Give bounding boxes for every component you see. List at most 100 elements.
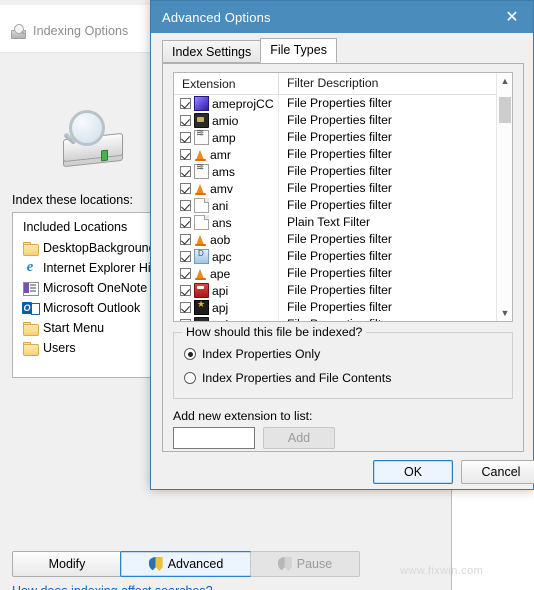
file-types-scrollbar[interactable]: ▲ ▼ — [496, 73, 512, 321]
row-extension: api — [212, 283, 229, 298]
blank-document-icon — [194, 215, 209, 230]
column-header-extension: Extension — [182, 76, 236, 91]
project-file-icon — [194, 96, 209, 111]
modify-button[interactable]: Modify — [12, 551, 122, 577]
shield-icon — [148, 557, 163, 571]
table-row[interactable]: amio File Properties filter — [174, 112, 512, 129]
vlc-cone-icon — [194, 233, 207, 246]
table-row[interactable]: ameprojCC File Properties filter — [174, 95, 512, 112]
list-item-label: Users — [43, 341, 76, 355]
table-row[interactable]: api File Properties filter — [174, 282, 512, 299]
table-row[interactable]: apl File Properties filter — [174, 316, 512, 322]
row-description: File Properties filter — [278, 146, 512, 163]
row-checkbox[interactable] — [180, 200, 191, 211]
ok-button[interactable]: OK — [373, 460, 453, 484]
folder-icon — [22, 340, 39, 356]
radio-index-properties-only[interactable]: Index Properties Only — [184, 347, 320, 361]
row-description: File Properties filter — [278, 265, 512, 282]
file-types-list[interactable]: Extension Filter Description ameprojCC F… — [173, 72, 513, 322]
row-description: File Properties filter — [278, 316, 512, 321]
index-method-group-title: How should this file be indexed? — [182, 325, 367, 339]
row-extension: apj — [212, 300, 229, 315]
chevron-up-icon[interactable]: ▲ — [497, 73, 512, 89]
row-checkbox[interactable] — [180, 98, 191, 109]
vlc-cone-icon — [194, 148, 207, 161]
row-checkbox[interactable] — [180, 285, 191, 296]
media-file-icon — [194, 317, 209, 321]
row-checkbox[interactable] — [180, 166, 191, 177]
row-extension: apc — [212, 249, 232, 264]
index-method-group: How should this file be indexed? Index P… — [173, 325, 513, 399]
scrollbar-thumb[interactable] — [499, 97, 511, 123]
vlc-cone-icon — [194, 267, 207, 280]
row-description: File Properties filter — [278, 282, 512, 299]
table-row[interactable]: apc File Properties filter — [174, 248, 512, 265]
row-description: Plain Text Filter — [278, 214, 512, 231]
row-checkbox[interactable] — [180, 115, 191, 126]
table-row[interactable]: amp File Properties filter — [174, 128, 512, 146]
screen: Indexing Options 177,080 items indexed I… — [0, 0, 534, 590]
folder-icon — [22, 240, 39, 256]
add-button-label: Add — [287, 431, 311, 445]
cancel-button[interactable]: Cancel — [461, 460, 534, 484]
row-extension: ape — [210, 266, 231, 281]
list-item-label: DesktopBackground — [43, 241, 156, 255]
row-checkbox[interactable] — [180, 268, 191, 279]
row-description: File Properties filter — [278, 231, 512, 248]
row-description: File Properties filter — [278, 197, 512, 214]
link-how-does-indexing-affect-searches[interactable]: How does indexing affect searches? — [12, 584, 213, 590]
add-extension-input[interactable] — [173, 427, 255, 449]
row-extension: ameprojCC — [212, 96, 274, 111]
row-description: File Properties filter — [278, 163, 512, 180]
radio-index-properties-and-contents[interactable]: Index Properties and File Contents — [184, 371, 391, 385]
table-row[interactable]: aob File Properties filter — [174, 231, 512, 248]
chevron-down-icon[interactable]: ▼ — [497, 305, 512, 321]
row-description: File Properties filter — [278, 180, 512, 197]
advanced-button[interactable]: Advanced — [120, 551, 252, 577]
table-row[interactable]: amv File Properties filter — [174, 180, 512, 197]
row-checkbox[interactable] — [180, 251, 191, 262]
list-item-label: Microsoft Outlook — [43, 301, 141, 315]
indexing-options-icon — [10, 23, 26, 39]
row-checkbox[interactable] — [180, 183, 191, 194]
table-row[interactable]: amr File Properties filter — [174, 146, 512, 163]
blank-document-icon — [194, 198, 209, 213]
row-checkbox[interactable] — [180, 132, 191, 143]
table-row[interactable]: apj File Properties filter — [174, 299, 512, 316]
row-checkbox[interactable] — [180, 149, 191, 160]
row-extension: aob — [210, 232, 231, 247]
radio-button[interactable] — [184, 372, 196, 384]
tab-index-settings[interactable]: Index Settings — [162, 40, 262, 63]
row-extension: amv — [210, 181, 234, 196]
table-row[interactable]: ans Plain Text Filter — [174, 214, 512, 231]
table-row[interactable]: ani File Properties filter — [174, 197, 512, 214]
row-extension: apl — [212, 318, 228, 322]
pause-button: Pause — [250, 551, 360, 577]
shield-icon — [277, 557, 292, 571]
internet-explorer-icon: e — [26, 259, 34, 275]
disc-file-icon — [194, 249, 209, 264]
file-types-rows: ameprojCC File Properties filter amio Fi… — [174, 95, 512, 322]
table-row[interactable]: ape File Properties filter — [174, 265, 512, 282]
row-checkbox[interactable] — [180, 319, 191, 321]
row-checkbox[interactable] — [180, 302, 191, 313]
close-icon[interactable]: ✕ — [491, 1, 533, 33]
table-row[interactable]: ams File Properties filter — [174, 162, 512, 180]
row-extension: amio — [212, 113, 239, 128]
row-description: File Properties filter — [278, 112, 512, 129]
radio-button[interactable] — [184, 348, 196, 360]
row-checkbox[interactable] — [180, 217, 191, 228]
dialog-title: Advanced Options — [162, 9, 271, 25]
tab-file-types[interactable]: File Types — [260, 38, 337, 63]
red-file-icon — [194, 283, 209, 298]
row-checkbox[interactable] — [180, 234, 191, 245]
row-description: File Properties filter — [278, 129, 512, 146]
row-extension: amp — [212, 130, 236, 145]
cancel-button-label: Cancel — [481, 465, 521, 479]
advanced-options-dialog: Advanced Options ✕ Index Settings File T… — [150, 0, 534, 490]
tab-index-settings-label: Index Settings — [172, 45, 252, 59]
pause-button-label: Pause — [296, 557, 333, 571]
indexing-options-title: Indexing Options — [33, 24, 129, 38]
row-extension: ans — [212, 215, 232, 230]
outlook-icon: O — [22, 300, 40, 316]
